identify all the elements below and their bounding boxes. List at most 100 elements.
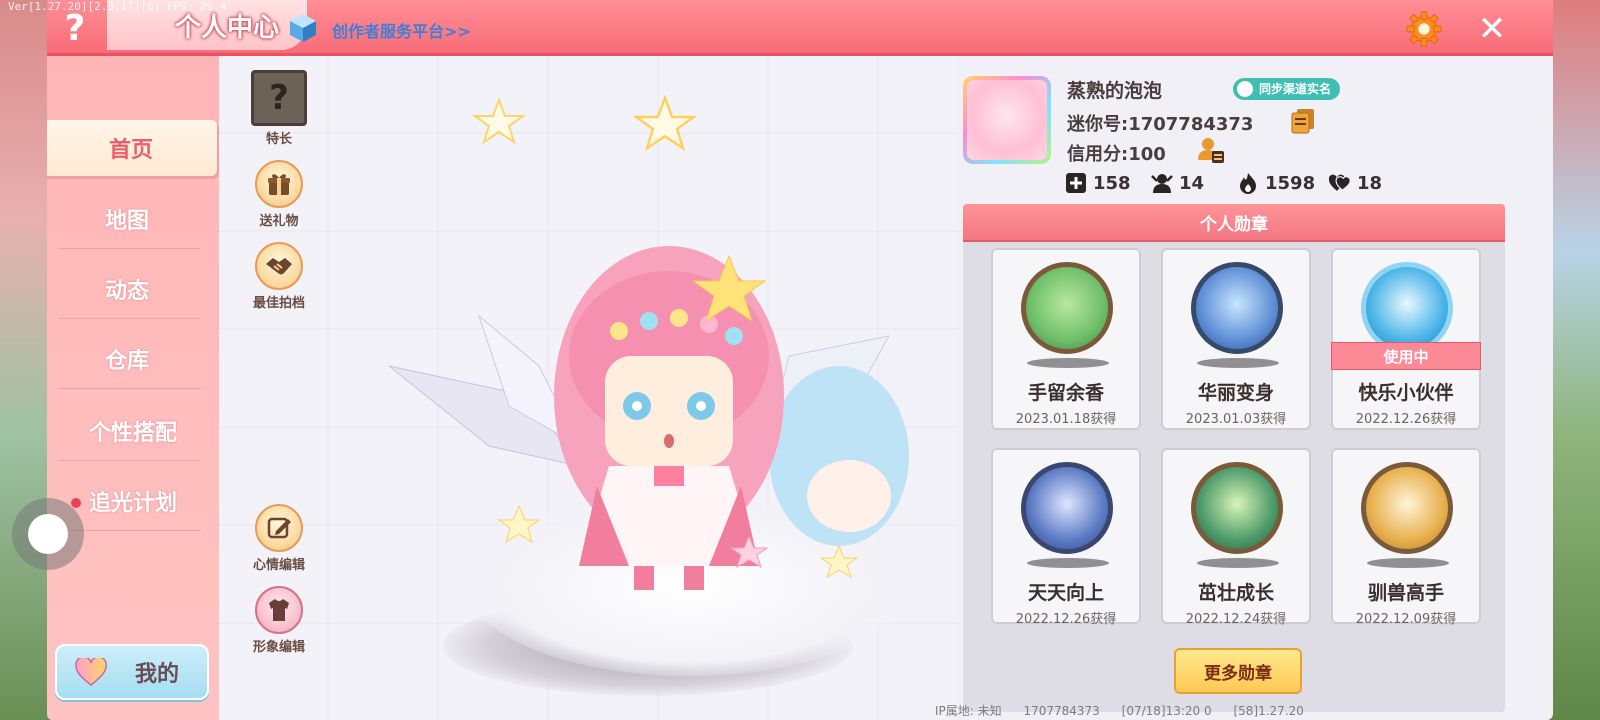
close-button[interactable]: ✕ — [1473, 9, 1511, 49]
copy-icon[interactable] — [1291, 108, 1315, 134]
header-bar: ? 个人中心 创作者服务平台>> ✕ — [47, 0, 1553, 56]
medal-date: 2022.12.26获得 — [1015, 612, 1117, 627]
real-name-sync-badge[interactable]: 同步渠道实名 — [1233, 78, 1341, 100]
question-box-icon: ? — [251, 70, 307, 126]
add-friend-icon — [1066, 173, 1086, 193]
medals-title: 个人勋章 — [963, 204, 1505, 242]
medal-name: 华丽变身 — [1197, 382, 1274, 404]
send-gift-label: 送礼物 — [259, 214, 299, 229]
heart-icon — [75, 658, 107, 686]
image-edit-button[interactable]: 形象编辑 — [239, 586, 319, 655]
help-button[interactable]: ? — [55, 7, 95, 49]
more-medals-button[interactable]: 更多勋章 — [1174, 648, 1302, 694]
credit-icon[interactable] — [1197, 136, 1225, 164]
medal-date: 2022.12.26获得 — [1355, 412, 1457, 427]
in-use-badge: 使用中 — [1331, 342, 1481, 370]
divider — [59, 318, 201, 319]
notification-dot — [71, 498, 81, 508]
avatar[interactable] — [963, 76, 1051, 164]
credit-score: 信用分:100 — [1067, 144, 1166, 165]
sidebar-item-label: 首页 — [108, 138, 153, 163]
personal-center-panel: ? 个人中心 创作者服务平台>> ✕ 首页 地图 动态 仓库 个性搭配 追光计划… — [47, 0, 1553, 720]
user-icon — [1237, 81, 1253, 97]
medal-name: 驯兽高手 — [1367, 582, 1444, 604]
avatar-scene: ? 特长 送礼物 最佳拍档 心情编辑 形象编辑 — [219, 56, 957, 720]
mine-button-label: 我的 — [135, 662, 180, 687]
outfit-icon — [255, 586, 303, 634]
fans-icon — [1151, 174, 1173, 193]
background-right — [1550, 0, 1600, 720]
joystick-button[interactable] — [12, 498, 84, 570]
handshake-icon — [255, 242, 303, 290]
medal-name: 手留余香 — [1027, 382, 1104, 404]
cube-icon — [290, 14, 316, 42]
version-text: Ver[1.27.20][2.3.17][0] FPS: 29.4 — [8, 0, 227, 13]
stat-fans[interactable]: 14 — [1151, 172, 1204, 194]
footer-time: [07/18]13:20 0 — [1121, 704, 1212, 718]
background-left — [0, 0, 48, 720]
medal-card[interactable]: 使用中 快乐小伙伴 2022.12.26获得 — [1331, 248, 1481, 430]
gear-icon[interactable] — [1405, 10, 1443, 48]
sidebar-item-warehouse[interactable]: 仓库 — [47, 324, 207, 394]
heart-icon — [1329, 174, 1351, 191]
edit-icon — [255, 504, 303, 552]
sidebar-item-label: 追光计划 — [88, 491, 177, 516]
sidebar-item-home[interactable]: 首页 — [47, 120, 217, 176]
divider — [59, 460, 201, 461]
sidebar: 首页 地图 动态 仓库 个性搭配 追光计划 我的 — [47, 56, 219, 720]
medal-hualibianshen-icon — [1191, 262, 1283, 354]
medal-kuailexiaohuoban-icon — [1361, 262, 1453, 354]
medal-shouliuyuxiang-icon — [1021, 262, 1113, 354]
creator-platform-link[interactable]: 创作者服务平台>> — [332, 18, 471, 42]
star-icon — [632, 94, 698, 152]
specialty-label: 特长 — [265, 132, 292, 147]
mood-edit-button[interactable]: 心情编辑 — [239, 504, 319, 573]
close-icon: ✕ — [1477, 9, 1507, 49]
best-partner-button[interactable]: 最佳拍档 — [239, 242, 319, 311]
star-icon — [471, 97, 527, 145]
medal-tiantianxiangshang-icon — [1021, 462, 1113, 554]
send-gift-button[interactable]: 送礼物 — [239, 160, 319, 229]
medals-panel: 个人勋章 手留余香 2023.01.18获得 华丽变身 2023.01.03获得… — [963, 204, 1505, 712]
medal-name: 天天向上 — [1027, 582, 1104, 604]
sidebar-item-label: 个性搭配 — [88, 421, 177, 446]
specialty-button[interactable]: ? 特长 — [239, 70, 319, 147]
stat-friends[interactable]: 158 — [1065, 172, 1131, 194]
sidebar-item-label: 动态 — [104, 279, 149, 304]
medal-card[interactable]: 天天向上 2022.12.26获得 — [991, 448, 1141, 627]
sidebar-item-map[interactable]: 地图 — [47, 184, 207, 254]
question-icon: ? — [64, 7, 86, 49]
gift-icon — [255, 160, 303, 208]
medal-date: 2023.01.18获得 — [1015, 412, 1117, 427]
medal-zhuozhuangchengzhang-icon — [1191, 462, 1283, 554]
mood-edit-label: 心情编辑 — [252, 558, 305, 573]
stat-popularity[interactable]: 1598 — [1237, 172, 1315, 194]
medal-name: 快乐小伙伴 — [1358, 382, 1454, 404]
footer-version: [58]1.27.20 — [1233, 704, 1304, 718]
sidebar-item-outfit[interactable]: 个性搭配 — [47, 396, 219, 466]
best-partner-label: 最佳拍档 — [252, 296, 305, 311]
medal-name: 茁壮成长 — [1197, 582, 1274, 604]
flame-icon — [1240, 173, 1256, 194]
sidebar-item-feed[interactable]: 动态 — [47, 254, 207, 324]
medal-card[interactable]: 华丽变身 2023.01.03获得 — [1161, 248, 1311, 430]
profile-info: 蒸熟的泡泡 同步渠道实名 迷你号:1707784373 信用分:100 158 … — [959, 56, 1519, 206]
image-edit-label: 形象编辑 — [252, 640, 305, 655]
medal-card[interactable]: 驯兽高手 2022.12.09获得 — [1331, 448, 1481, 627]
medal-date: 2022.12.09获得 — [1355, 612, 1457, 627]
footer-uid: 1707784373 — [1023, 704, 1100, 718]
footer-info: IP属地: 未知 1707784373 [07/18]13:20 0 [58]1… — [935, 702, 1322, 719]
sidebar-item-label: 仓库 — [104, 349, 149, 374]
medal-date: 2022.12.24获得 — [1185, 612, 1287, 627]
divider — [59, 248, 201, 249]
sidebar-item-label: 地图 — [104, 209, 149, 234]
avatar-character — [388, 246, 909, 590]
medal-card[interactable]: 手留余香 2023.01.18获得 — [991, 248, 1141, 430]
medal-xunshougaoshou-icon — [1361, 462, 1453, 554]
ip-location: IP属地: 未知 — [935, 704, 1002, 718]
medal-date: 2023.01.03获得 — [1185, 412, 1287, 427]
medal-card[interactable]: 茁壮成长 2022.12.24获得 — [1161, 448, 1311, 627]
stat-likes[interactable]: 18 — [1329, 172, 1382, 194]
mini-id: 迷你号:1707784373 — [1067, 114, 1254, 135]
mine-button[interactable]: 我的 — [55, 644, 209, 700]
